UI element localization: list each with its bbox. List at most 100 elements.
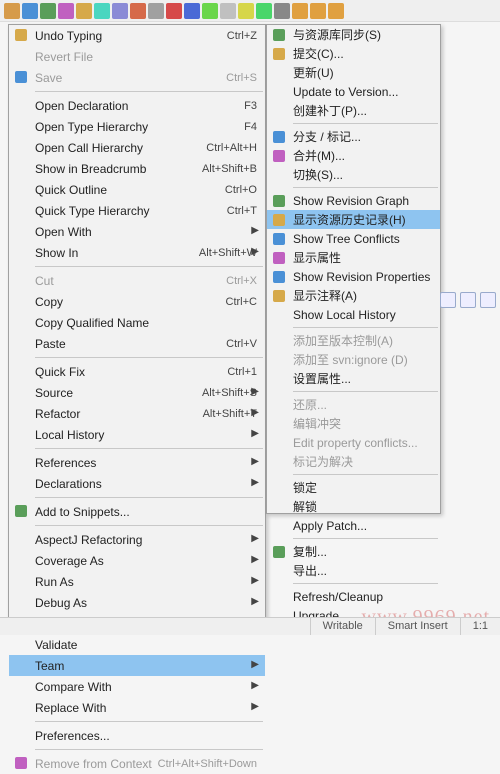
menu-item-label: Local History (35, 428, 257, 442)
menu-item--s-[interactable]: 切换(S)... (267, 165, 440, 184)
menu-item-shortcut: Alt+Shift+S (202, 387, 257, 399)
toolbar-fwd-icon[interactable] (310, 3, 326, 19)
menu-item-quick-fix[interactable]: Quick FixCtrl+1 (9, 361, 265, 382)
menu-separator (35, 749, 263, 750)
menu-item-show-revision-graph[interactable]: Show Revision Graph (267, 191, 440, 210)
toolbar-gear-icon[interactable] (220, 3, 236, 19)
toolbar-copy-icon[interactable] (76, 3, 92, 19)
menu-item-label: 编辑冲突 (293, 415, 432, 432)
menu-item--[interactable]: 复制... (267, 542, 440, 561)
menu-item-label: Source (35, 386, 202, 400)
toolbar-target-icon[interactable] (256, 3, 272, 19)
menu-item-label: 解锁 (293, 498, 432, 515)
menu-item-declarations[interactable]: Declarations▶ (9, 473, 265, 494)
menu-item-show-in[interactable]: Show InAlt+Shift+W▶ (9, 242, 265, 263)
menu-item-undo-typing[interactable]: Undo TypingCtrl+Z (9, 25, 265, 46)
menu-item-label: Edit property conflicts... (293, 436, 432, 450)
menu-item-show-in-breadcrumb[interactable]: Show in BreadcrumbAlt+Shift+B (9, 158, 265, 179)
menu-item-quick-type-hierarchy[interactable]: Quick Type HierarchyCtrl+T (9, 200, 265, 221)
menu-item-add-to-snippets-[interactable]: Add to Snippets... (9, 501, 265, 522)
toolbar-save-icon[interactable] (40, 3, 56, 19)
menu-item-label: Validate (35, 638, 257, 652)
view-icon-3[interactable] (480, 292, 496, 308)
menu-item-open-with[interactable]: Open With▶ (9, 221, 265, 242)
menu-item-copy-qualified-name[interactable]: Copy Qualified Name (9, 312, 265, 333)
menu-item-remove-from-context: Remove from ContextCtrl+Alt+Shift+Down (9, 753, 265, 774)
submenu-arrow-icon: ▶ (251, 246, 259, 257)
menu-item-show-revision-properties[interactable]: Show Revision Properties (267, 267, 440, 286)
menu-item-coverage-as[interactable]: Coverage As▶ (9, 550, 265, 571)
menu-item-label: Quick Outline (35, 183, 225, 197)
menu-item-validate[interactable]: Validate (9, 634, 265, 655)
menu-item--u-[interactable]: 更新(U) (267, 63, 440, 82)
toolbar-doc-icon[interactable] (184, 3, 200, 19)
toolbar-open-icon[interactable] (22, 3, 38, 19)
menu-item-source[interactable]: SourceAlt+Shift+S▶ (9, 382, 265, 403)
menu-item-label: Copy Qualified Name (35, 316, 257, 330)
menu-item-show-tree-conflicts[interactable]: Show Tree Conflicts (267, 229, 440, 248)
hist-icon (271, 212, 287, 228)
menu-item-paste[interactable]: PasteCtrl+V (9, 333, 265, 354)
status-insert: Smart Insert (375, 618, 460, 635)
menu-item-open-declaration[interactable]: Open DeclarationF3 (9, 95, 265, 116)
menu-item-label: 合并(M)... (293, 147, 432, 164)
menu-item-label: Run As (35, 575, 257, 589)
toolbar-bold-icon[interactable] (148, 3, 164, 19)
menu-item--[interactable]: 设置属性... (267, 369, 440, 388)
menu-item--[interactable]: 导出... (267, 561, 440, 580)
toolbar-sep-icon[interactable] (274, 3, 290, 19)
menu-item-refactor[interactable]: RefactorAlt+Shift+T▶ (9, 403, 265, 424)
view-icon-1[interactable] (440, 292, 456, 308)
menu-separator (293, 474, 438, 475)
view-icon-2[interactable] (460, 292, 476, 308)
toolbar-ball-icon[interactable] (166, 3, 182, 19)
menu-item-label: 锁定 (293, 479, 432, 496)
menu-item-compare-with[interactable]: Compare With▶ (9, 676, 265, 697)
menu-item--h-[interactable]: 显示资源历史记录(H) (267, 210, 440, 229)
status-pos: 1:1 (460, 618, 500, 635)
menu-item-team[interactable]: Team▶ (9, 655, 265, 676)
menu-item--[interactable]: 分支 / 标记... (267, 127, 440, 146)
menu-separator (35, 497, 263, 498)
menu-item-debug-as[interactable]: Debug As▶ (9, 592, 265, 613)
menu-item-references[interactable]: References▶ (9, 452, 265, 473)
toolbar-search-icon[interactable] (112, 3, 128, 19)
menu-item-local-history[interactable]: Local History▶ (9, 424, 265, 445)
menu-item-aspectj-refactoring[interactable]: AspectJ Refactoring▶ (9, 529, 265, 550)
menu-item-run-as[interactable]: Run As▶ (9, 571, 265, 592)
submenu-arrow-icon: ▶ (251, 554, 259, 565)
menu-item-label: Apply Patch... (293, 519, 432, 533)
menu-item-apply-patch-[interactable]: Apply Patch... (267, 516, 440, 535)
toolbar-print-icon[interactable] (58, 3, 74, 19)
submenu-arrow-icon: ▶ (251, 386, 259, 397)
toolbar-db-icon[interactable] (202, 3, 218, 19)
toolbar-brush-icon[interactable] (130, 3, 146, 19)
rprop-icon (271, 269, 287, 285)
menu-item-label: Show in Breadcrumb (35, 162, 202, 176)
toolbar-bug-icon[interactable] (238, 3, 254, 19)
menu-item-label: 与资源库同步(S) (293, 26, 432, 43)
toolbar-new-icon[interactable] (4, 3, 20, 19)
toolbar-paste-icon[interactable] (94, 3, 110, 19)
menu-item-open-call-hierarchy[interactable]: Open Call HierarchyCtrl+Alt+H (9, 137, 265, 158)
menu-item--m-[interactable]: 合并(M)... (267, 146, 440, 165)
menu-item-show-local-history[interactable]: Show Local History (267, 305, 440, 324)
menu-item--a-[interactable]: 显示注释(A) (267, 286, 440, 305)
menu-item-open-type-hierarchy[interactable]: Open Type HierarchyF4 (9, 116, 265, 137)
menu-item-preferences-[interactable]: Preferences... (9, 725, 265, 746)
menu-item-quick-outline[interactable]: Quick OutlineCtrl+O (9, 179, 265, 200)
menu-item-replace-with[interactable]: Replace With▶ (9, 697, 265, 718)
menu-item-copy[interactable]: CopyCtrl+C (9, 291, 265, 312)
menu-item-update-to-version-[interactable]: Update to Version... (267, 82, 440, 101)
toolbar-back-icon[interactable] (292, 3, 308, 19)
menu-item--[interactable]: 锁定 (267, 478, 440, 497)
menu-item--p-[interactable]: 创建补丁(P)... (267, 101, 440, 120)
toolbar-up-icon[interactable] (328, 3, 344, 19)
menu-item--s-[interactable]: 与资源库同步(S) (267, 25, 440, 44)
menu-item-refresh-cleanup[interactable]: Refresh/Cleanup (267, 587, 440, 606)
menu-item--c-[interactable]: 提交(C)... (267, 44, 440, 63)
menu-item-label: 显示注释(A) (293, 287, 432, 304)
menu-separator (35, 357, 263, 358)
menu-item--[interactable]: 解锁 (267, 497, 440, 516)
menu-item--[interactable]: 显示属性 (267, 248, 440, 267)
